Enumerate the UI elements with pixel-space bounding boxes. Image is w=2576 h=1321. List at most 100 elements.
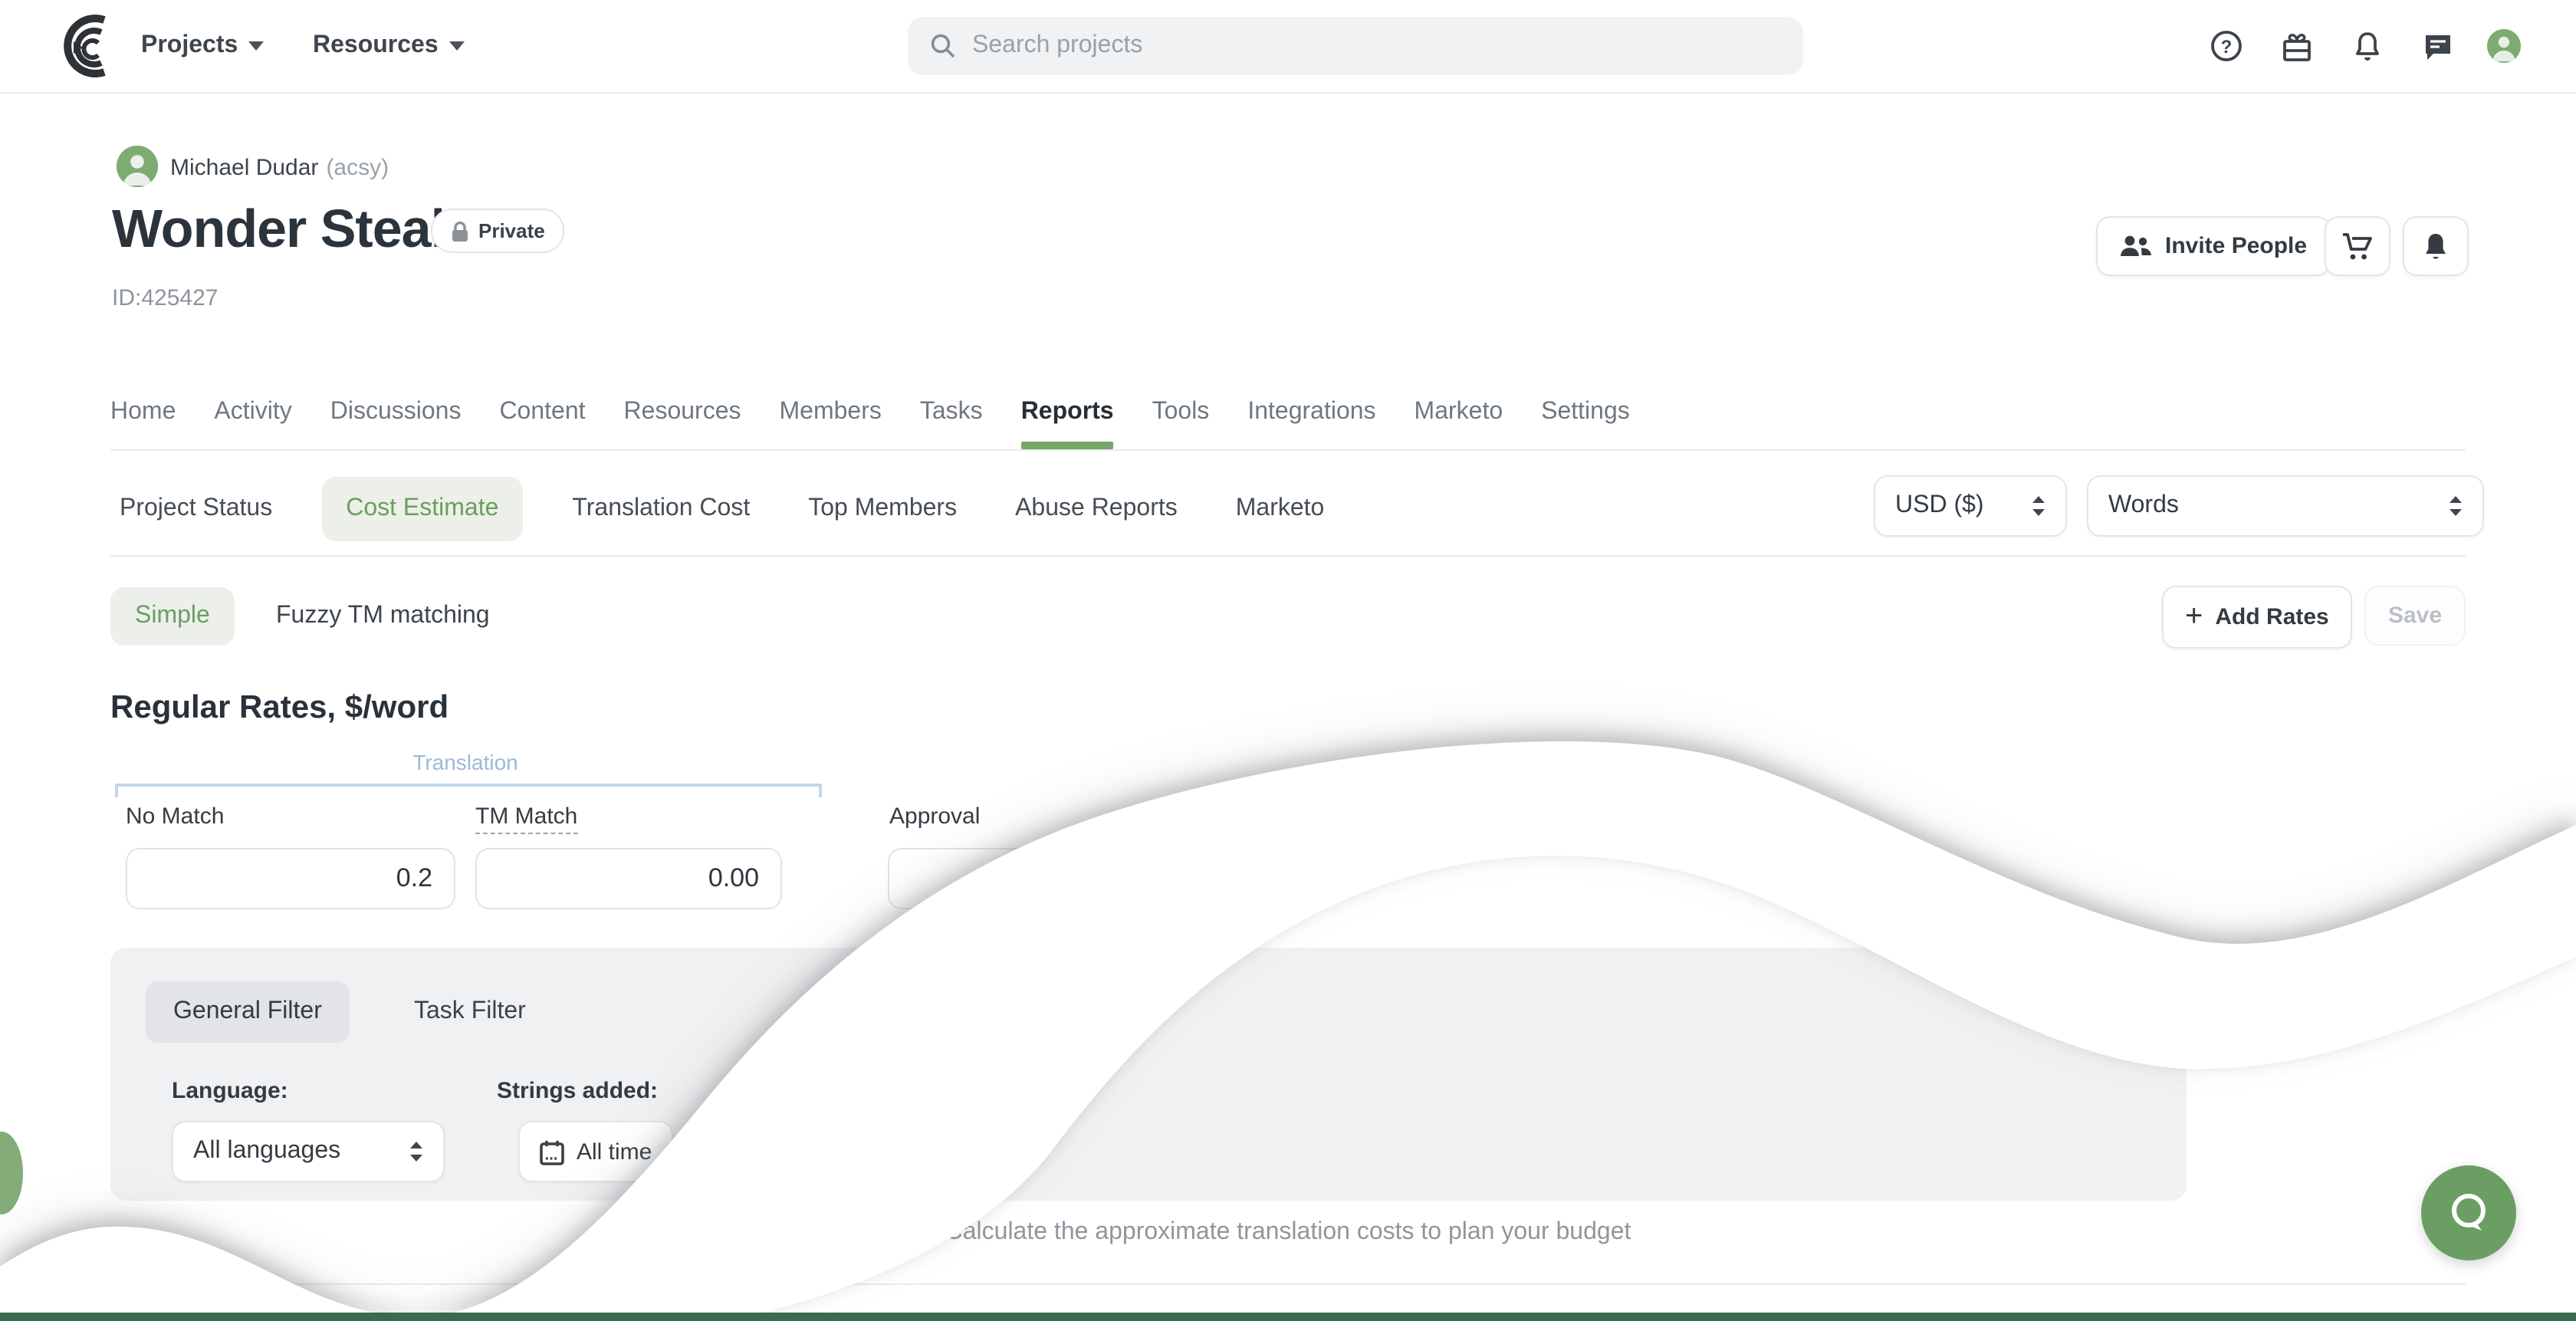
tab-content[interactable]: Content [499,374,585,449]
select-caret-icon [409,1141,423,1162]
project-owner-avatar[interactable] [117,146,158,187]
chevron-down-icon [248,41,264,51]
subtab-cost-estimate[interactable]: Cost Estimate [321,477,523,541]
cart-button[interactable] [2325,216,2390,276]
language-select[interactable]: All languages [172,1121,445,1182]
chat-bubble-icon [2443,1187,2495,1239]
tab-label: Tasks [920,398,983,426]
tab-label: Resources [624,398,741,426]
projects-menu-label: Projects [141,32,238,60]
save-button[interactable]: Save [2364,586,2466,646]
privacy-badge: Private [431,209,565,253]
mode-simple[interactable]: Simple [110,587,235,646]
search-input[interactable]: Search projects [908,17,1803,75]
calendar-icon [540,1139,564,1165]
privacy-badge-label: Private [478,219,545,242]
language-value: All languages [193,1138,340,1165]
strings-added-label: Strings added: [497,1078,658,1104]
whats-new-button[interactable] [2269,18,2325,74]
tab-resources[interactable]: Resources [624,374,741,449]
tab-home[interactable]: Home [110,374,176,449]
chat-icon [2421,29,2455,63]
mode-fuzzy-tm-matching[interactable]: Fuzzy TM matching [276,587,490,646]
app-window: Projects Resources Search projects ? [0,0,2576,1321]
subtab-label: Marketo [1236,495,1325,521]
rate-label-tm-match: TM Match [475,803,577,830]
filter-tab-task[interactable]: Task Filter [386,981,554,1043]
currency-select[interactable]: USD ($) [1874,475,2067,537]
language-label: Language: [172,1078,288,1104]
tab-tasks[interactable]: Tasks [920,374,983,449]
project-notifications-button[interactable] [2403,216,2469,276]
chevron-down-icon [449,41,465,51]
rates-section-title: Regular Rates, $/word [110,690,449,727]
add-rates-button[interactable]: + Add Rates [2162,586,2352,649]
decorative-green-shape [0,1132,23,1214]
footer-divider [110,1283,2466,1285]
tab-reports[interactable]: Reports [1021,374,1114,449]
tab-label: Discussions [330,398,462,426]
active-tab-indicator [1021,442,1114,449]
mode-simple-label: Simple [135,603,210,630]
gift-icon [2280,29,2314,63]
subtab-label: Translation Cost [572,495,750,521]
tab-activity[interactable]: Activity [214,374,291,449]
tab-marketo[interactable]: Marketo [1414,374,1503,449]
tab-label: Activity [214,398,291,426]
tab-tools[interactable]: Tools [1152,374,1210,449]
svg-text:?: ? [2221,37,2233,58]
project-id: ID:425427 [112,285,218,311]
messages-button[interactable] [2410,18,2466,74]
owner-name: Michael Dudar [170,155,318,181]
logo-icon [43,14,123,78]
subtab-project-status[interactable]: Project Status [110,477,281,541]
notifications-button[interactable] [2340,18,2395,74]
rate-input-approval[interactable] [888,848,1267,909]
invite-people-label: Invite People [2165,233,2307,259]
reports-subtabs: Project Status Cost Estimate Translation… [110,477,1333,541]
search-placeholder: Search projects [972,32,1142,60]
rate-label-no-match: No Match [126,803,224,830]
tab-label: Settings [1541,398,1630,426]
user-avatar[interactable] [2487,29,2521,63]
add-rates-label: Add Rates [2215,604,2328,630]
plus-icon: + [2185,600,2203,635]
tab-label: Members [780,398,882,426]
project-owner[interactable]: Michael Dudar (acsy) [170,155,389,181]
rates-group-bracket [115,784,822,797]
owner-avatar-icon [117,146,158,187]
select-caret-icon [2032,495,2045,517]
unit-value: Words [2108,492,2179,520]
support-chat-button[interactable] [2421,1165,2516,1260]
subtab-abuse-reports[interactable]: Abuse Reports [1006,477,1187,541]
filter-tab-label: General Filter [173,998,322,1026]
strings-added-value: All time [577,1139,652,1165]
bottom-accent-bar [0,1313,2576,1321]
subtab-marketo[interactable]: Marketo [1227,477,1334,541]
tab-members[interactable]: Members [780,374,882,449]
save-label: Save [2388,603,2442,629]
filter-tab-general[interactable]: General Filter [146,981,350,1043]
lock-icon [451,220,469,242]
page-title: Wonder Steal [112,199,445,261]
secondary-filter-button[interactable] [699,1121,975,1182]
rate-input-tm-match[interactable] [475,848,782,909]
tab-label: Reports [1021,398,1114,426]
rate-label-tm-match-text[interactable]: TM Match [475,803,577,834]
rate-input-no-match[interactable] [126,848,455,909]
invite-people-button[interactable]: Invite People [2096,216,2330,276]
help-button[interactable]: ? [2199,18,2254,74]
rate-label-approval: Approval [889,803,980,830]
tab-integrations[interactable]: Integrations [1247,374,1375,449]
tab-discussions[interactable]: Discussions [330,374,462,449]
resources-menu[interactable]: Resources [313,0,465,92]
subtab-translation-cost[interactable]: Translation Cost [563,477,759,541]
crowdin-logo[interactable] [43,14,123,86]
tab-label: Content [499,398,585,426]
subtab-top-members[interactable]: Top Members [799,477,966,541]
tab-settings[interactable]: Settings [1541,374,1630,449]
unit-select[interactable]: Words [2087,475,2484,537]
bell-filled-icon [2421,231,2450,261]
strings-added-button[interactable]: All time [518,1121,673,1182]
projects-menu[interactable]: Projects [141,0,264,92]
